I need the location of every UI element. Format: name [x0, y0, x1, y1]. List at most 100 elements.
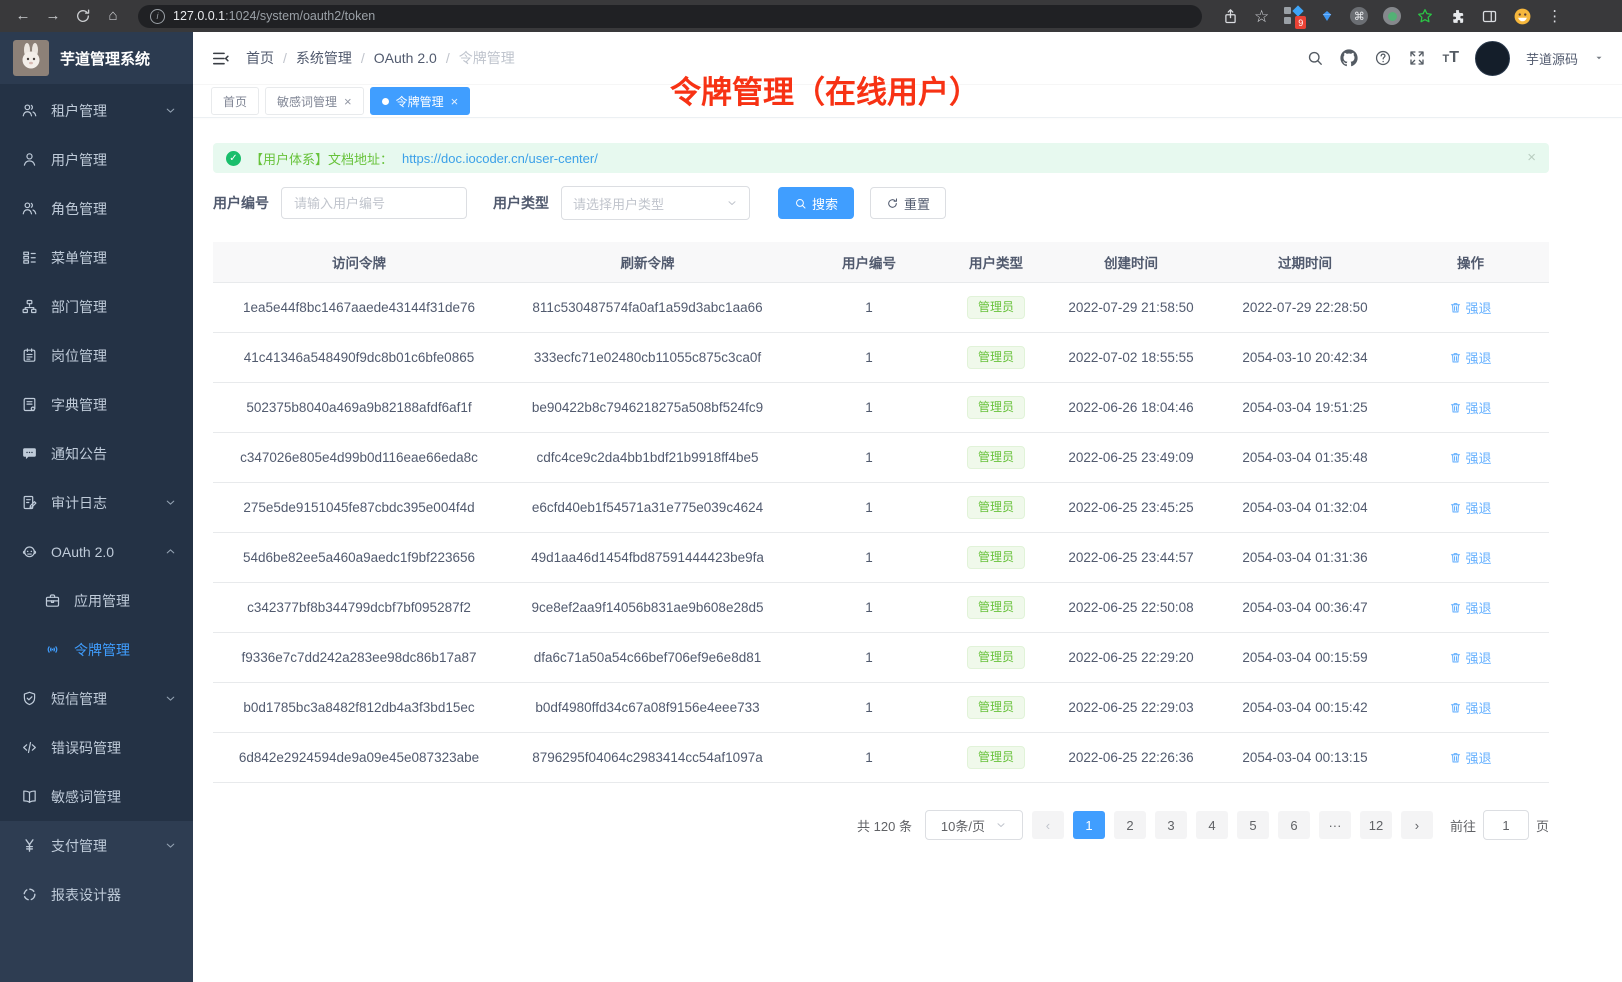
tab-active[interactable]: 令牌管理× [370, 87, 471, 115]
sidebar-item-pay[interactable]: 支付管理 [0, 821, 193, 870]
force-logout-button[interactable]: 强退 [1449, 548, 1491, 567]
tab-item[interactable]: 首页 [211, 87, 259, 115]
main-area: 令牌管理（在线用户） 首页/系统管理/OAuth 2.0/令牌管理 TT 芋道源… [193, 32, 1622, 982]
sidebar-item-audit-log[interactable]: 审计日志 [0, 478, 193, 527]
sidebar-item-oauth2[interactable]: OAuth 2.0 [0, 527, 193, 576]
sidebar-collapse-icon[interactable] [211, 49, 230, 68]
user-type-select[interactable]: 请选择用户类型 [561, 186, 750, 220]
profile-avatar-icon[interactable] [1513, 7, 1532, 26]
force-logout-button[interactable]: 强退 [1449, 398, 1491, 417]
next-page-button[interactable]: › [1401, 811, 1433, 839]
sidebar-item-label: 报表设计器 [51, 885, 121, 905]
user-name[interactable]: 芋道源码 [1526, 49, 1578, 68]
page-button-1[interactable]: 1 [1073, 811, 1105, 839]
audit-icon [21, 494, 38, 511]
sidebar-item-sms[interactable]: 短信管理 [0, 674, 193, 723]
user-id-cell: 1 [790, 333, 948, 383]
search-icon[interactable] [1306, 49, 1324, 67]
force-logout-button[interactable]: 强退 [1449, 748, 1491, 767]
sidebar-item-notice[interactable]: 通知公告 [0, 429, 193, 478]
alert-close-icon[interactable]: × [1527, 150, 1536, 165]
tab-close-icon[interactable]: × [451, 95, 459, 108]
puzzle-extensions-icon[interactable] [1449, 8, 1466, 25]
success-alert: ✓ 【用户体系】文档地址： https://doc.iocoder.cn/use… [213, 143, 1549, 173]
force-logout-button[interactable]: 强退 [1449, 598, 1491, 617]
case-icon [44, 592, 61, 609]
trash-icon [1449, 601, 1462, 614]
page-size-select[interactable]: 10条/页 [925, 810, 1023, 840]
prev-page-button[interactable]: ‹ [1032, 811, 1064, 839]
gem-extension-icon[interactable] [1319, 9, 1335, 23]
github-icon[interactable] [1340, 49, 1358, 67]
command-extension-icon[interactable]: ⌘ [1350, 7, 1368, 25]
back-icon[interactable]: ← [10, 0, 36, 32]
browser-menu-icon[interactable]: ⋮ [1547, 7, 1562, 25]
sidebar-item-user[interactable]: 用户管理 [0, 135, 193, 184]
bookmark-star-icon[interactable]: ☆ [1254, 8, 1269, 25]
sidebar-item-sensitive[interactable]: 敏感词管理 [0, 772, 193, 821]
ellipsis-button[interactable]: ··· [1319, 811, 1351, 839]
user-type-badge: 管理员 [967, 396, 1025, 418]
user-id-input[interactable] [281, 187, 467, 219]
app-logo[interactable]: 芋道管理系统 [0, 32, 193, 84]
star-extension-icon[interactable] [1416, 7, 1434, 25]
sidebar-item-report[interactable]: 报表设计器 [0, 870, 193, 919]
sidebar-item-menu[interactable]: 菜单管理 [0, 233, 193, 282]
refresh-token-cell: cdfc4ce9c2da4bb1bdf21b9918ff4be5 [505, 433, 790, 483]
recorder-extension-icon[interactable] [1383, 7, 1401, 25]
user-type-badge: 管理员 [967, 596, 1025, 618]
tab-close-icon[interactable]: × [344, 95, 352, 108]
user-avatar[interactable] [1475, 41, 1510, 76]
breadcrumb-item[interactable]: OAuth 2.0 [374, 50, 437, 66]
sidebar-item-error-code[interactable]: 错误码管理 [0, 723, 193, 772]
chevron-down-icon [995, 819, 1007, 831]
caret-down-icon[interactable] [1594, 53, 1604, 63]
url-bar[interactable]: i 127.0.0.1:1024/system/oauth2/token [138, 5, 1202, 28]
org-icon [21, 298, 38, 315]
home-icon[interactable]: ⌂ [100, 0, 126, 32]
force-logout-button[interactable]: 强退 [1449, 298, 1491, 317]
page-button-5[interactable]: 5 [1237, 811, 1269, 839]
user-icon [21, 151, 38, 168]
page-button-3[interactable]: 3 [1155, 811, 1187, 839]
breadcrumb-item[interactable]: 首页 [246, 48, 274, 68]
action-cell: 强退 [1392, 533, 1549, 583]
sidebar-item-tenant[interactable]: 租户管理 [0, 86, 193, 135]
force-logout-button[interactable]: 强退 [1449, 448, 1491, 467]
access-token-cell: 54d6be82ee5a460a9aedc1f9bf223656 [213, 533, 505, 583]
page-button-2[interactable]: 2 [1114, 811, 1146, 839]
search-button[interactable]: 搜索 [778, 187, 854, 219]
force-logout-button[interactable]: 强退 [1449, 498, 1491, 517]
force-logout-button[interactable]: 强退 [1449, 698, 1491, 717]
font-size-icon[interactable]: TT [1442, 50, 1459, 66]
page-button-4[interactable]: 4 [1196, 811, 1228, 839]
doc-link[interactable]: https://doc.iocoder.cn/user-center/ [402, 151, 598, 166]
sidebar-menu: 租户管理用户管理角色管理菜单管理部门管理岗位管理字典管理通知公告审计日志OAut… [0, 84, 193, 821]
user-id-cell: 1 [790, 383, 948, 433]
page-button-6[interactable]: 6 [1278, 811, 1310, 839]
page-button-12[interactable]: 12 [1360, 811, 1392, 839]
sidebar-item-oauth2-token[interactable]: 令牌管理 [0, 625, 193, 674]
sidebar-item-dict[interactable]: 字典管理 [0, 380, 193, 429]
forward-icon[interactable]: → [40, 0, 66, 32]
goto-input[interactable] [1483, 810, 1529, 840]
side-panel-icon[interactable] [1481, 8, 1498, 25]
info-icon[interactable]: i [150, 9, 165, 24]
force-logout-button[interactable]: 强退 [1449, 348, 1491, 367]
tab-item[interactable]: 敏感词管理× [265, 87, 364, 115]
sidebar-item-post[interactable]: 岗位管理 [0, 331, 193, 380]
reload-icon[interactable] [75, 8, 91, 24]
expire-time-cell: 2054-03-04 00:15:59 [1218, 633, 1392, 683]
share-icon[interactable] [1222, 8, 1239, 25]
sidebar-item-oauth2-app[interactable]: 应用管理 [0, 576, 193, 625]
extension-badge-icon[interactable]: 9 [1284, 6, 1304, 26]
fullscreen-icon[interactable] [1408, 49, 1426, 67]
help-icon[interactable] [1374, 49, 1392, 67]
refresh-token-cell: b0df4980ffd34c67a08f9156e4eee733 [505, 683, 790, 733]
force-logout-button[interactable]: 强退 [1449, 648, 1491, 667]
sidebar-item-dept[interactable]: 部门管理 [0, 282, 193, 331]
breadcrumb-item[interactable]: 系统管理 [296, 48, 352, 68]
sidebar-item-label: 岗位管理 [51, 346, 107, 366]
sidebar-item-role[interactable]: 角色管理 [0, 184, 193, 233]
reset-button[interactable]: 重置 [870, 187, 946, 219]
